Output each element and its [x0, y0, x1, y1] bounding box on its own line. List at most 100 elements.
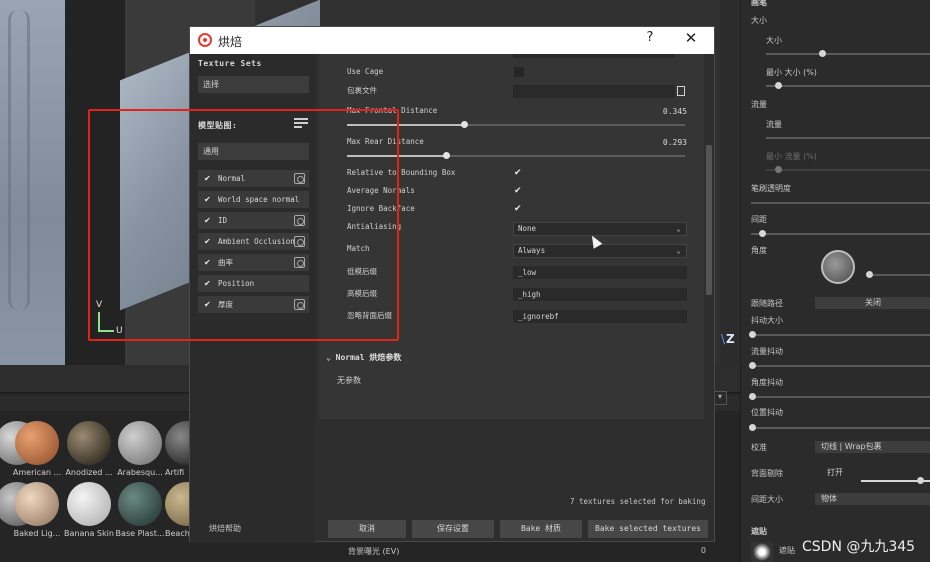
bake-selected-textures-button[interactable]: Bake selected textures [588, 520, 708, 538]
normal-bake-params-header[interactable]: ⌄ Normal 烘焙参数 [326, 352, 401, 363]
min-size-slider[interactable] [766, 85, 930, 87]
max-frontal-distance-value[interactable]: 0.345 [637, 107, 687, 116]
map-row-ambient-occlusion[interactable]: ✔ Ambient Occlusion [198, 233, 309, 250]
checkbox-normal[interactable]: ✔ [204, 174, 213, 183]
jitter-size-slider-handle[interactable] [749, 331, 756, 338]
checkbox-ambient-occlusion[interactable]: ✔ [204, 237, 213, 246]
alpha-thumbnail[interactable] [751, 542, 773, 562]
use-cage-checkbox[interactable] [514, 67, 524, 77]
size-slider-handle[interactable] [819, 50, 826, 57]
map-row-position[interactable]: ✔ Position [198, 275, 309, 292]
match-select[interactable]: Always ⌄ [513, 244, 687, 258]
low-suffix-input[interactable]: _low [513, 266, 687, 279]
dialog-titlebar[interactable]: 烘焙 ? ✕ [190, 27, 714, 54]
max-rear-distance-value[interactable]: 0.293 [637, 138, 687, 147]
position-jitter-slider-handle[interactable] [749, 424, 756, 431]
map-settings-icon[interactable] [294, 236, 305, 247]
material-item[interactable]: Banana Skin [64, 482, 114, 538]
map-row-id[interactable]: ✔ ID [198, 212, 309, 229]
angle-slider[interactable] [869, 274, 930, 276]
spacing-slider[interactable] [751, 233, 930, 235]
map-settings-icon[interactable] [294, 257, 305, 268]
exposure-value[interactable]: 0 [701, 546, 706, 555]
alignment-select[interactable]: 切线 | Wrap包裹 [815, 441, 930, 453]
spacing-slider-handle[interactable] [759, 230, 766, 237]
cage-file-input[interactable] [513, 85, 675, 98]
average-normals-checkbox[interactable]: ✔ [514, 186, 524, 196]
ignore-backface-checkbox[interactable]: ✔ [514, 204, 524, 214]
bake-help-link[interactable]: 烘焙帮助 [209, 523, 241, 534]
flow-slider[interactable] [766, 137, 930, 139]
max-rear-distance-label: Max Rear Distance [347, 137, 424, 146]
settings-scrollbar[interactable] [706, 145, 712, 295]
map-row-thickness[interactable]: ✔ 厚度 [198, 296, 309, 313]
brush-properties-panel: 画笔 大小 大小 最小 大小 (%) 流量 流量 最小 流量 (%) 笔刷透明度… [740, 0, 930, 562]
position-jitter-label: 位置抖动 [751, 408, 783, 417]
material-item[interactable]: Baked Lig... [12, 482, 62, 538]
map-row-world-space-normal[interactable]: ✔ World space normal [198, 191, 309, 208]
checkbox-id[interactable]: ✔ [204, 216, 213, 225]
map-row-normal[interactable]: ✔ Normal [198, 170, 309, 187]
stroke-opacity-slider[interactable] [751, 202, 930, 204]
ignore-backface-suffix-input[interactable]: _ignorebf [513, 310, 687, 323]
high-suffix-input[interactable]: _high [513, 288, 687, 301]
checkbox-curvature[interactable]: ✔ [204, 258, 213, 267]
angle-jitter-slider-handle[interactable] [749, 393, 756, 400]
jitter-size-slider[interactable] [751, 334, 930, 336]
map-settings-icon[interactable] [294, 173, 305, 184]
min-flow-label: 最小 流量 (%) [766, 152, 817, 161]
shelf-dropdown-button[interactable]: ▾ [713, 391, 727, 405]
background-exposure-row[interactable]: 背景曝光 (EV) 0 [322, 543, 710, 559]
high-suffix-label: 高模后缀 [347, 289, 377, 298]
checkbox-world-space-normal[interactable]: ✔ [204, 195, 213, 204]
angle-jitter-slider[interactable] [751, 396, 930, 398]
max-frontal-handle[interactable] [461, 121, 468, 128]
min-flow-slider[interactable] [766, 169, 930, 171]
min-size-slider-handle[interactable] [775, 82, 782, 89]
material-item[interactable]: Anodized ... [64, 421, 114, 477]
texture-sets-select[interactable]: 选择 [198, 76, 309, 93]
map-settings-icon[interactable] [294, 299, 305, 310]
follow-path-toggle[interactable]: 关闭 [815, 297, 930, 309]
use-cage-label: Use Cage [347, 67, 384, 76]
file-browse-icon[interactable] [677, 86, 685, 96]
angle-slider-handle[interactable] [866, 271, 873, 278]
material-item[interactable]: Base Plast... [115, 482, 165, 538]
max-rear-distance-slider[interactable] [347, 152, 685, 159]
flow-jitter-slider[interactable] [751, 365, 930, 367]
min-flow-slider-handle[interactable] [775, 166, 782, 173]
map-row-curvature[interactable]: ✔ 曲率 [198, 254, 309, 271]
map-settings-icon[interactable] [294, 215, 305, 226]
relative-bbox-label: Relative to Bounding Box [347, 168, 456, 177]
close-button[interactable]: ✕ [680, 29, 702, 51]
save-settings-button[interactable]: 保存设置 [412, 520, 494, 538]
list-options-icon[interactable] [294, 118, 308, 130]
bake-material-button[interactable]: Bake 材质 [500, 520, 582, 538]
relative-bbox-checkbox[interactable]: ✔ [514, 168, 524, 178]
spacing-size-select[interactable]: 物体 [815, 493, 930, 505]
bake-left-column: Texture Sets 选择 模型贴图: 通用 ✔ Normal ✔ Worl… [190, 54, 315, 543]
backface-cull-label: 背面剔除 [751, 469, 783, 478]
flow-sub-label: 流量 [766, 120, 782, 129]
help-button[interactable]: ? [640, 30, 660, 50]
map-label: 厚度 [218, 300, 233, 309]
max-frontal-distance-slider[interactable] [347, 121, 685, 128]
angle-dial[interactable] [821, 250, 855, 284]
max-rear-handle[interactable] [443, 152, 450, 159]
model-maps-preset[interactable]: 通用 [198, 143, 309, 160]
material-item[interactable]: Arabesqu... [115, 421, 165, 477]
flow-jitter-slider-handle[interactable] [749, 362, 756, 369]
watermark: CSDN @九九345 [802, 539, 916, 555]
size-slider[interactable] [766, 53, 930, 55]
position-jitter-slider[interactable] [751, 427, 930, 429]
checkbox-position[interactable]: ✔ [204, 279, 213, 288]
cancel-button[interactable]: 取消 [328, 520, 406, 538]
antialiasing-select[interactable]: None ⌄ [513, 222, 687, 236]
backface-cull-slider-handle[interactable] [917, 477, 924, 484]
material-item[interactable]: American ... [12, 421, 62, 477]
substance-logo-icon [198, 33, 212, 47]
cage-file-label: 包裹文件 [347, 86, 377, 95]
checkbox-thickness[interactable]: ✔ [204, 300, 213, 309]
backface-cull-toggle[interactable]: 打开 [815, 467, 855, 479]
size-sub-label: 大小 [766, 36, 782, 45]
